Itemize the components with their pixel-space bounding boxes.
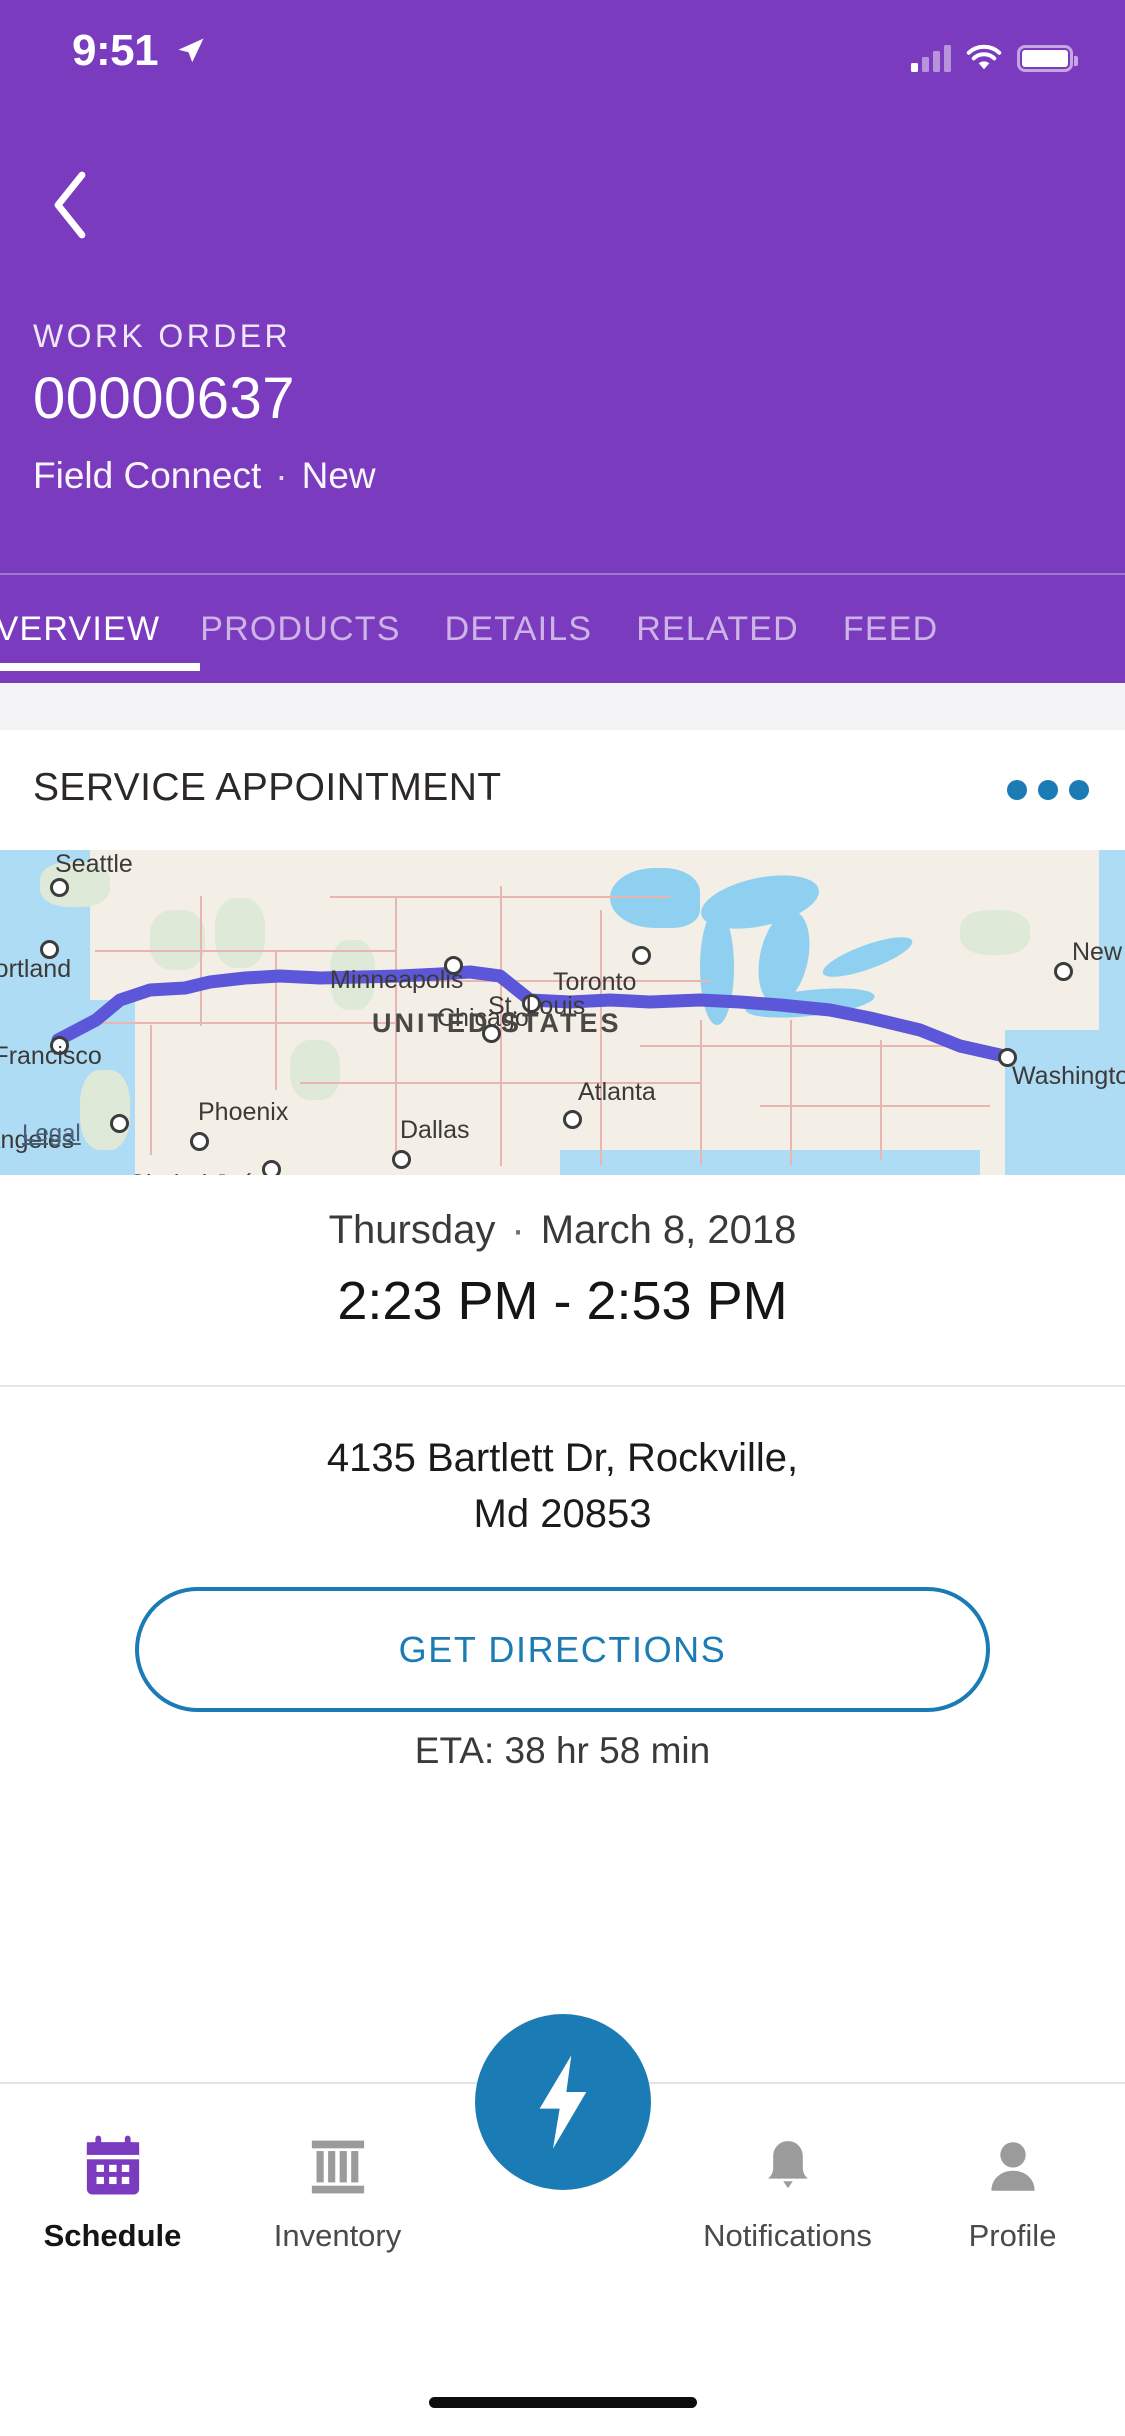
get-directions-label: GET DIRECTIONS bbox=[398, 1628, 727, 1670]
chevron-left-icon bbox=[54, 171, 86, 239]
date-separator: · bbox=[511, 1208, 525, 1252]
map-city-label: New York bbox=[1072, 938, 1125, 966]
divider bbox=[0, 1385, 1125, 1387]
cellular-signal-icon bbox=[911, 44, 951, 72]
map-legal-link[interactable]: Legal bbox=[22, 1120, 81, 1148]
get-directions-button[interactable]: GET DIRECTIONS bbox=[135, 1587, 990, 1712]
service-appointment-card: SERVICE APPOINTMENT Seattle ortland Fran… bbox=[0, 730, 1125, 2082]
nav-item-inventory[interactable]: Inventory bbox=[225, 2084, 450, 2334]
nav-label-schedule: Schedule bbox=[43, 2218, 182, 2253]
active-tab-indicator bbox=[0, 663, 200, 671]
map-city-label: Ciudad Juárez bbox=[128, 1170, 289, 1175]
appointment-date-row: Thursday · March 8, 2018 bbox=[0, 1208, 1125, 1253]
tab-details[interactable]: DETAILS bbox=[445, 574, 593, 684]
map-city-dot bbox=[50, 878, 69, 897]
map-city-dot bbox=[110, 1114, 129, 1133]
nav-item-schedule[interactable]: Schedule bbox=[0, 2084, 225, 2334]
person-icon bbox=[984, 2126, 1042, 2208]
app-screen: 9:51 WORK ORDER 00000637 Field Connect ·… bbox=[0, 0, 1125, 2436]
nav-item-notifications[interactable]: Notifications bbox=[675, 2084, 900, 2334]
status-badge: New bbox=[301, 455, 376, 496]
nav-label-notifications: Notifications bbox=[703, 2218, 872, 2253]
app-header: 9:51 WORK ORDER 00000637 Field Connect ·… bbox=[0, 0, 1125, 573]
map-city-dot bbox=[563, 1110, 582, 1129]
nav-item-profile[interactable]: Profile bbox=[900, 2084, 1125, 2334]
nav-label-inventory: Inventory bbox=[273, 2218, 402, 2253]
bottom-navigation: Schedule Inventory Notifications Profile bbox=[0, 2014, 1125, 2436]
address-line-2: Md 20853 bbox=[473, 1492, 652, 1536]
record-number: 00000637 bbox=[33, 366, 296, 431]
address-line-1: 4135 Bartlett Dr, Rockville, bbox=[326, 1436, 799, 1480]
lightning-bolt-icon bbox=[539, 2055, 586, 2149]
map-city-label: Atlanta bbox=[578, 1078, 656, 1106]
appointment-time-range: 2:23 PM - 2:53 PM bbox=[337, 1271, 788, 1331]
record-type-label: WORK ORDER bbox=[33, 318, 291, 354]
location-arrow-icon bbox=[178, 38, 204, 63]
record-subtitle: Field Connect · New bbox=[33, 455, 376, 497]
status-bar-time: 9:51 bbox=[72, 26, 159, 75]
content-gap-strip bbox=[0, 683, 1125, 730]
nav-label-profile: Profile bbox=[968, 2218, 1057, 2253]
quick-action-button[interactable] bbox=[474, 2014, 651, 2190]
route-map[interactable]: Seattle Portland San Francisco Los Angel… bbox=[0, 850, 1125, 1175]
tab-related[interactable]: RELATED bbox=[636, 574, 799, 684]
appointment-date: March 8, 2018 bbox=[540, 1208, 797, 1252]
app-name-label: Field Connect bbox=[33, 455, 262, 496]
map-city-dot bbox=[190, 1132, 209, 1151]
card-title: SERVICE APPOINTMENT bbox=[33, 766, 502, 809]
eta-label: ETA: 38 hr 58 min bbox=[414, 1730, 711, 1771]
status-bar: 9:51 bbox=[0, 0, 1125, 100]
map-city-label: Washington bbox=[1012, 1062, 1125, 1090]
card-header: SERVICE APPOINTMENT bbox=[0, 730, 1125, 850]
more-horizontal-icon[interactable] bbox=[1007, 780, 1089, 800]
map-city-label: Seattle bbox=[55, 850, 133, 878]
bell-icon bbox=[759, 2126, 817, 2208]
appointment-day: Thursday bbox=[328, 1208, 496, 1252]
map-city-label: Dallas bbox=[400, 1116, 470, 1144]
calendar-icon bbox=[82, 2126, 144, 2208]
map-city-label: Phoenix bbox=[198, 1098, 289, 1126]
subtitle-separator: · bbox=[275, 455, 288, 496]
battery-full-icon bbox=[1017, 45, 1078, 72]
map-city-label: San Francisco bbox=[0, 1042, 102, 1070]
inventory-icon bbox=[307, 2126, 369, 2208]
tab-products[interactable]: PRODUCTS bbox=[200, 574, 400, 684]
back-button[interactable] bbox=[30, 160, 110, 250]
map-city-dot bbox=[392, 1150, 411, 1169]
map-city-dot bbox=[632, 946, 651, 965]
appointment-address: 4135 Bartlett Dr, Rockville, Md 20853 bbox=[0, 1430, 1125, 1542]
wifi-icon bbox=[966, 44, 1002, 70]
tab-feed[interactable]: FEED bbox=[843, 574, 938, 684]
map-city-label: Portland bbox=[0, 955, 72, 983]
map-city-label: Minneapolis bbox=[330, 966, 464, 994]
map-city-dot bbox=[1054, 962, 1073, 981]
home-indicator[interactable] bbox=[428, 2397, 697, 2408]
status-bar-indicators bbox=[911, 32, 1078, 72]
map-country-label: UNITED STATES bbox=[372, 1008, 622, 1038]
